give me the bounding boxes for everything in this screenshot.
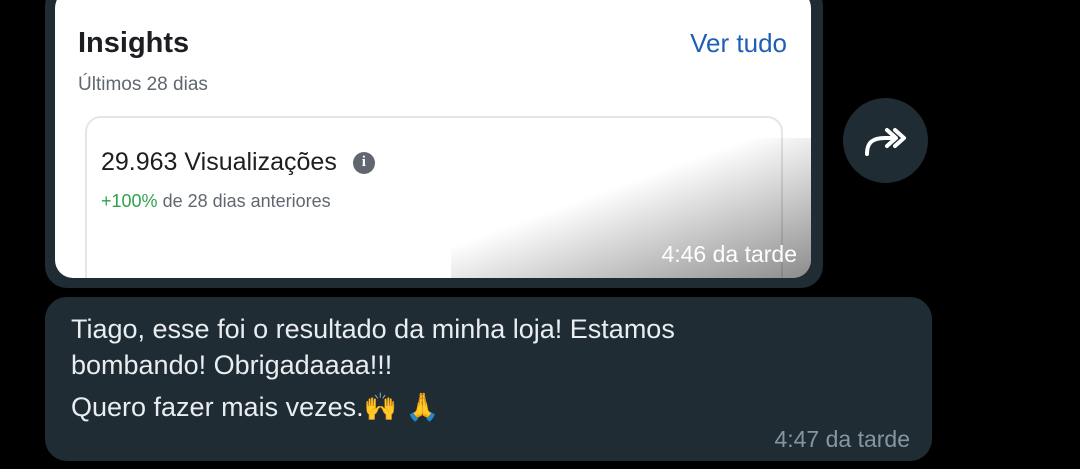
text-message-bubble[interactable]: Tiago, esse foi o resultado da minha loj… [45, 297, 932, 461]
message-line-1: Tiago, esse foi o resultado da minha loj… [71, 314, 675, 344]
info-icon: i [352, 151, 375, 174]
message-line-2: bombando! Obrigadaaaa!!! [71, 350, 393, 380]
forward-arrow-icon [864, 127, 906, 156]
text-message-time: 4:47 da tarde [774, 426, 910, 452]
delta-comparison: de 28 dias anteriores [157, 191, 331, 211]
message-body: Tiago, esse foi o resultado da minha loj… [71, 311, 911, 426]
chat-screen: Insights Ver tudo Últimos 28 dias 29.963… [0, 0, 1080, 469]
views-delta: +100% de 28 dias anteriores [101, 191, 331, 212]
message-line-3-wrap: Quero fazer mais vezes.🙌 🙏 [71, 389, 911, 426]
delta-percent: +100% [101, 191, 158, 211]
forward-button[interactable] [843, 98, 928, 183]
raising-hands-praying-emoji: 🙌 🙏 [363, 392, 440, 423]
see-all-link: Ver tudo [690, 28, 787, 58]
image-message-time: 4:46 da tarde [661, 241, 797, 267]
insights-title: Insights [78, 27, 190, 59]
message-line-3: Quero fazer mais vezes. [71, 392, 364, 422]
insights-screenshot-image[interactable]: Insights Ver tudo Últimos 28 dias 29.963… [55, 0, 811, 278]
views-count: 29.963 Visualizações [101, 148, 337, 176]
insights-period: Últimos 28 dias [78, 74, 208, 95]
